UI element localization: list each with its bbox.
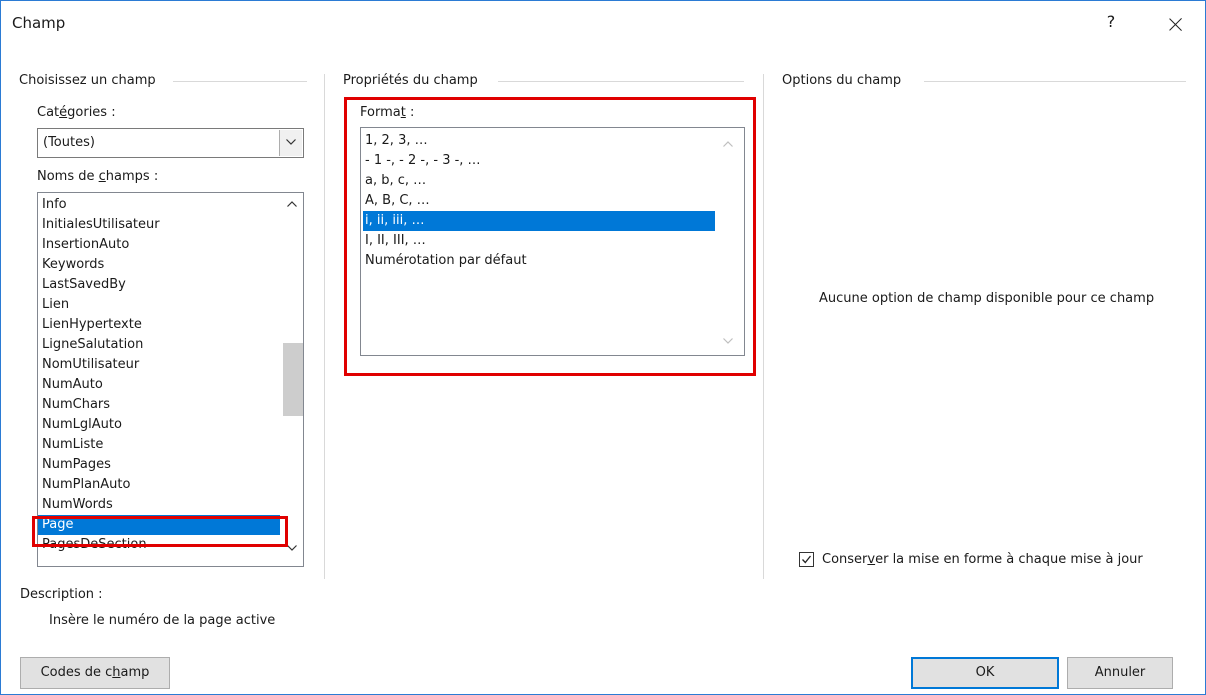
list-item[interactable]: InitialesUtilisateur	[42, 215, 160, 235]
field-codes-button[interactable]: Codes de champ	[20, 657, 170, 689]
field-dialog: Champ ? Choisissez un champ Catégories :…	[0, 0, 1206, 695]
page-highlight-box	[32, 516, 288, 547]
list-item[interactable]: LigneSalutation	[42, 335, 143, 355]
column-divider	[763, 74, 764, 579]
categories-value: (Toutes)	[43, 135, 95, 150]
scroll-up-icon	[287, 201, 297, 207]
list-item[interactable]: InsertionAuto	[42, 235, 129, 255]
checkmark-icon	[802, 555, 812, 564]
field-names-list[interactable]: Info InitialesUtilisateur InsertionAuto …	[37, 192, 304, 567]
description-label: Description :	[20, 587, 103, 602]
section-divider	[924, 81, 1186, 82]
categories-dropdown[interactable]: (Toutes)	[37, 128, 304, 158]
no-options-text: Aucune option de champ disponible pour c…	[819, 291, 1155, 306]
field-options-heading: Options du champ	[782, 73, 908, 88]
scroll-thumb[interactable]	[283, 343, 303, 416]
list-item[interactable]: NumAuto	[42, 375, 103, 395]
field-names-scrollbar[interactable]	[281, 193, 303, 566]
preserve-formatting-label[interactable]: Conserver la mise en forme à chaque mise…	[822, 552, 1143, 567]
column-divider	[324, 74, 325, 579]
list-item[interactable]: NomUtilisateur	[42, 355, 139, 375]
list-item[interactable]: LastSavedBy	[42, 275, 126, 295]
section-divider	[173, 81, 307, 82]
categories-label: Catégories :	[37, 105, 116, 120]
list-item[interactable]: NumChars	[42, 395, 110, 415]
choose-field-heading: Choisissez un champ	[19, 73, 162, 88]
dialog-title: Champ	[12, 14, 66, 32]
description-text: Insère le numéro de la page active	[49, 613, 276, 628]
list-item[interactable]: NumLglAuto	[42, 415, 122, 435]
list-item[interactable]: NumPlanAuto	[42, 475, 130, 495]
ok-button[interactable]: OK	[911, 657, 1059, 689]
close-icon[interactable]	[1161, 9, 1191, 39]
list-item[interactable]: Lien	[42, 295, 69, 315]
cancel-button[interactable]: Annuler	[1067, 657, 1173, 689]
preserve-formatting-checkbox[interactable]	[799, 552, 814, 567]
format-highlight-box	[344, 97, 756, 376]
list-item[interactable]: Keywords	[42, 255, 104, 275]
scroll-down-icon	[287, 545, 297, 551]
dropdown-button[interactable]	[279, 130, 302, 156]
list-item[interactable]: NumListe	[42, 435, 103, 455]
section-divider	[498, 81, 744, 82]
list-item[interactable]: NumWords	[42, 495, 113, 515]
field-names-label: Noms de champs :	[37, 169, 159, 184]
list-item[interactable]: LienHypertexte	[42, 315, 142, 335]
field-properties-heading: Propriétés du champ	[343, 73, 484, 88]
help-button[interactable]: ?	[1101, 12, 1121, 31]
list-item[interactable]: Info	[42, 195, 67, 215]
chevron-down-icon	[286, 139, 296, 145]
list-item[interactable]: NumPages	[42, 455, 111, 475]
title-bar: Champ ?	[1, 1, 1205, 47]
